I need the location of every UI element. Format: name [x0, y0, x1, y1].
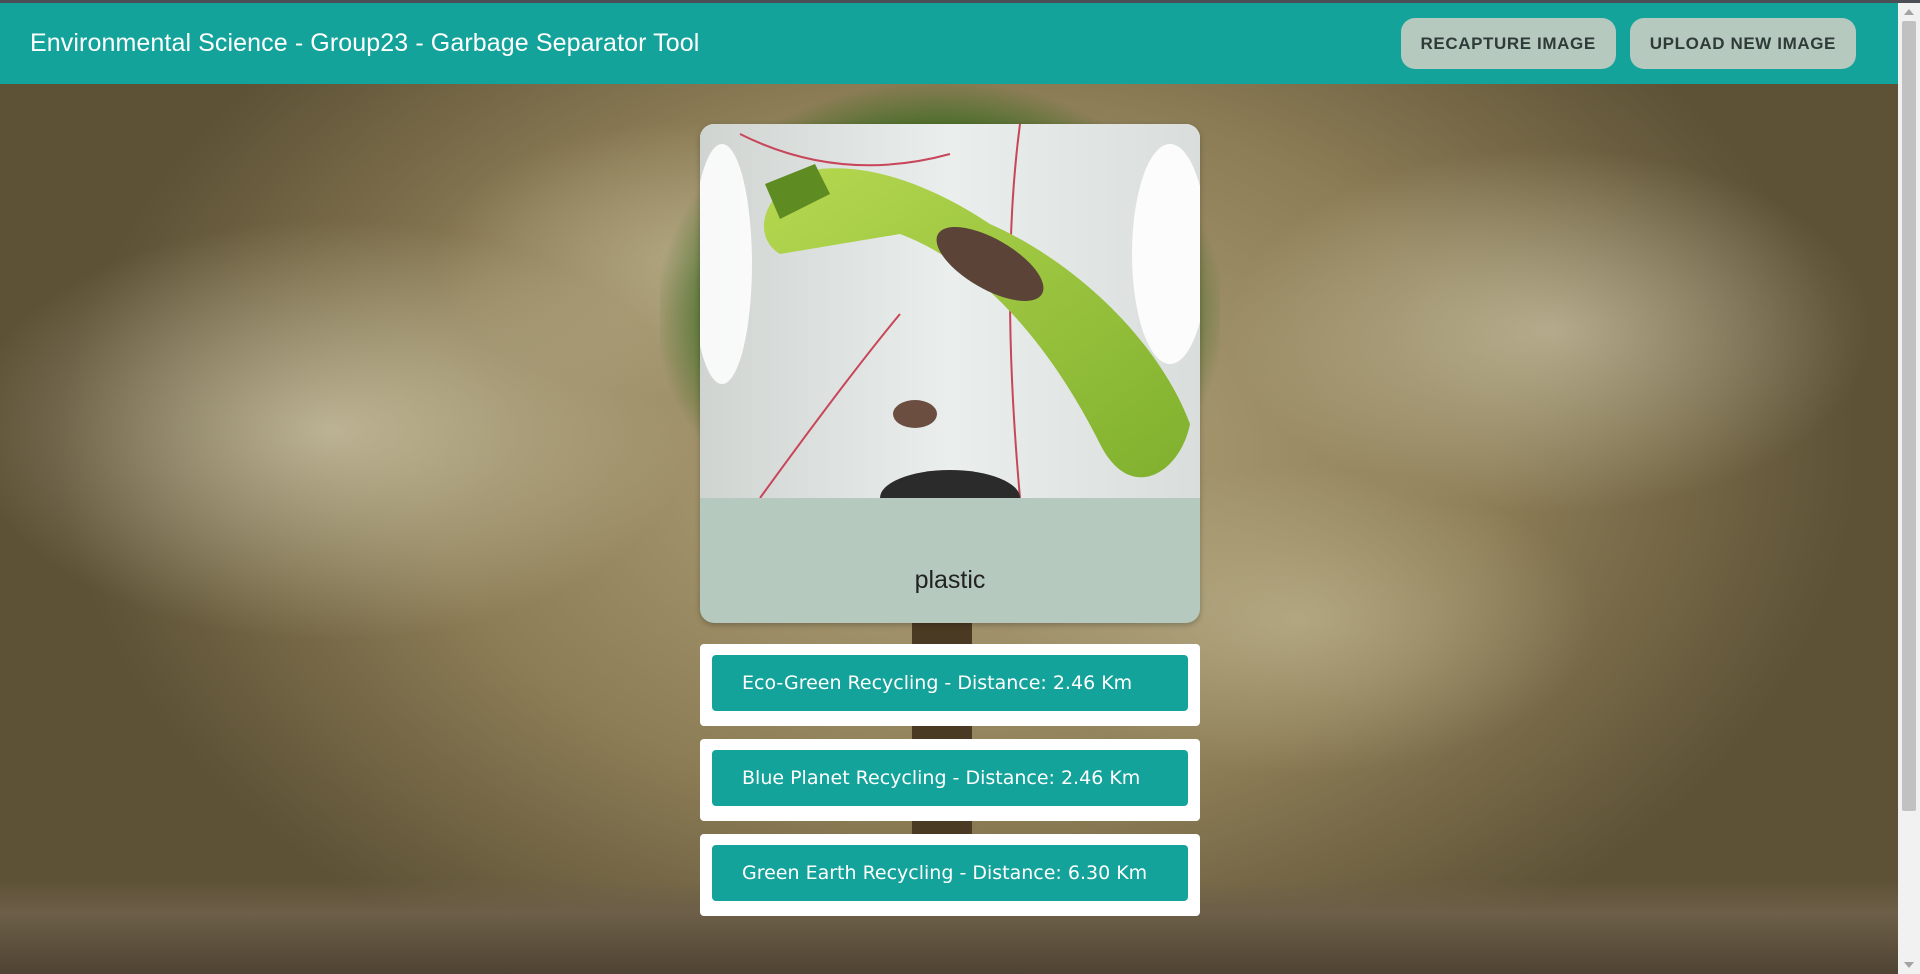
app-header: Environmental Science - Group23 - Garbag… — [0, 3, 1898, 84]
prediction-label-area: plastic — [700, 498, 1200, 623]
recycler-button[interactable]: Blue Planet Recycling - Distance: 2.46 K… — [712, 750, 1188, 806]
captured-image — [700, 124, 1200, 498]
recycler-button[interactable]: Eco-Green Recycling - Distance: 2.46 Km — [712, 655, 1188, 711]
vertical-scrollbar[interactable] — [1898, 3, 1920, 974]
prediction-label: plastic — [914, 566, 986, 594]
recycler-list: Eco-Green Recycling - Distance: 2.46 Km … — [700, 644, 1200, 929]
scroll-down-icon[interactable] — [1904, 962, 1914, 968]
list-item: Eco-Green Recycling - Distance: 2.46 Km — [700, 644, 1200, 726]
list-item: Blue Planet Recycling - Distance: 2.46 K… — [700, 739, 1200, 821]
bottle-photo-icon — [700, 124, 1200, 498]
upload-new-image-button[interactable]: UPLOAD NEW IMAGE — [1629, 18, 1856, 69]
scroll-up-icon[interactable] — [1904, 9, 1914, 15]
scrollbar-thumb[interactable] — [1902, 21, 1916, 811]
app-title: Environmental Science - Group23 - Garbag… — [30, 29, 700, 57]
header-actions: RECAPTURE IMAGE UPLOAD NEW IMAGE — [1400, 18, 1856, 69]
recapture-image-button[interactable]: RECAPTURE IMAGE — [1400, 18, 1616, 69]
list-item: Green Earth Recycling - Distance: 6.30 K… — [700, 834, 1200, 916]
prediction-card: plastic — [700, 124, 1200, 623]
recycler-button[interactable]: Green Earth Recycling - Distance: 6.30 K… — [712, 845, 1188, 901]
